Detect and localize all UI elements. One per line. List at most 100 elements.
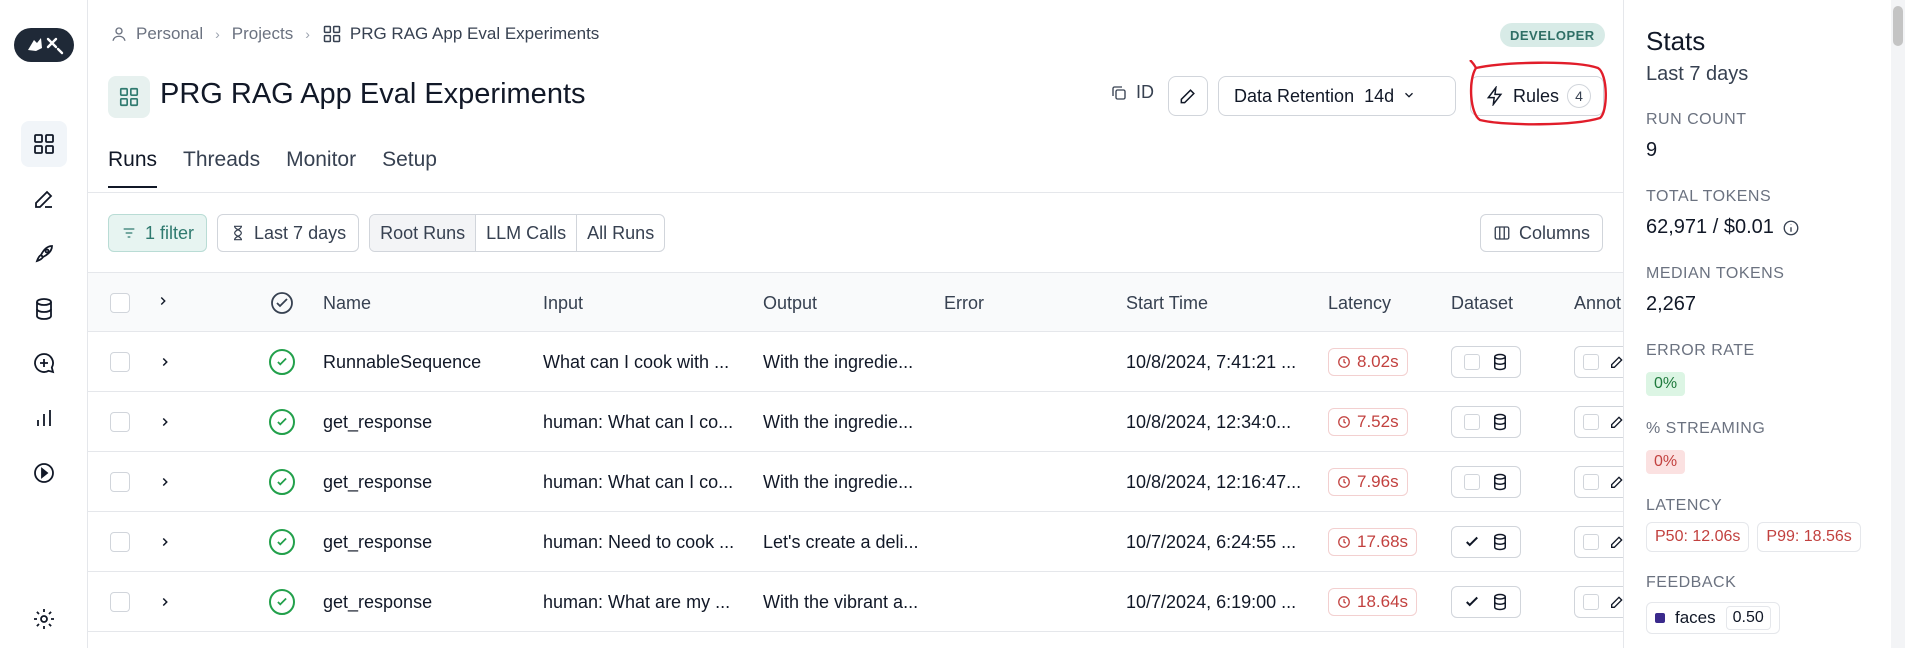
app-logo[interactable] — [14, 28, 74, 62]
pencil-icon — [1611, 596, 1623, 608]
edit-button[interactable] — [1168, 76, 1208, 116]
filter-button[interactable]: 1 filter — [108, 214, 208, 252]
row-checkbox[interactable] — [110, 392, 130, 452]
scrollbar-thumb[interactable] — [1893, 6, 1903, 46]
annotation-checkbox[interactable] — [1583, 594, 1599, 610]
col-header-dataset[interactable]: Dataset — [1451, 273, 1513, 333]
chat-plus-icon[interactable] — [21, 340, 67, 386]
breadcrumb-projects[interactable]: Projects — [232, 24, 293, 44]
run-start-time: 10/8/2024, 7:41:21 ... — [1126, 351, 1297, 372]
expand-row-icon[interactable] — [158, 452, 172, 512]
table-row[interactable]: get_response human: What can I co... Wit… — [88, 452, 1623, 512]
streaming-label: % STREAMING — [1646, 420, 1766, 437]
pencil-icon[interactable] — [21, 176, 67, 222]
annotation-cell[interactable] — [1574, 332, 1623, 392]
rules-label: Rules — [1513, 85, 1560, 106]
grid-icon[interactable] — [21, 121, 67, 167]
run-count-label: RUN COUNT — [1646, 111, 1747, 128]
stats-panel: Stats Last 7 days RUN COUNT 9 TOTAL TOKE… — [1623, 0, 1905, 648]
gear-icon[interactable] — [21, 596, 67, 642]
run-output: With the ingredie... — [763, 471, 914, 492]
latency-value: 18.64s — [1357, 592, 1409, 611]
col-header-latency[interactable]: Latency — [1328, 273, 1391, 333]
stats-scrollbar[interactable] — [1891, 0, 1905, 648]
annotation-cell[interactable] — [1574, 392, 1623, 452]
row-checkbox[interactable] — [110, 572, 130, 632]
breadcrumb-personal[interactable]: Personal — [136, 24, 203, 44]
table-row[interactable]: get_response human: What are my ... With… — [88, 572, 1623, 632]
segment-root-runs[interactable]: Root Runs — [370, 215, 477, 251]
left-rail — [0, 0, 88, 648]
success-check-icon — [269, 452, 295, 512]
run-start-time: 10/8/2024, 12:34:0... — [1126, 411, 1292, 432]
play-circle-icon[interactable] — [21, 450, 67, 496]
annotation-cell[interactable] — [1574, 452, 1623, 512]
run-input: human: What can I co... — [543, 471, 734, 492]
tab-setup[interactable]: Setup — [382, 148, 437, 188]
copy-id-button[interactable]: ID — [1110, 82, 1154, 103]
expand-row-icon[interactable] — [158, 392, 172, 452]
dataset-cell[interactable] — [1451, 572, 1521, 632]
table-row[interactable]: RunnableSequence What can I cook with ..… — [88, 332, 1623, 392]
run-count-value: 9 — [1646, 139, 1658, 161]
run-latency: 18.64s — [1328, 572, 1418, 632]
dataset-cell[interactable] — [1451, 392, 1521, 452]
expand-row-icon[interactable] — [158, 572, 172, 632]
dataset-cell[interactable] — [1451, 452, 1521, 512]
table-row[interactable]: get_response human: Need to cook ... Let… — [88, 512, 1623, 572]
database-icon[interactable] — [21, 286, 67, 332]
rocket-icon[interactable] — [21, 231, 67, 277]
data-retention-dropdown[interactable]: Data Retention 14d — [1218, 76, 1456, 116]
expand-all-icon[interactable] — [156, 273, 170, 333]
col-header-error[interactable]: Error — [944, 273, 984, 333]
select-all-checkbox[interactable] — [110, 273, 130, 333]
annotation-checkbox[interactable] — [1583, 354, 1599, 370]
tabs-divider — [88, 192, 1623, 193]
columns-button[interactable]: Columns — [1480, 214, 1604, 252]
col-header-name[interactable]: Name — [323, 273, 371, 333]
date-range-button[interactable]: Last 7 days — [217, 214, 360, 252]
col-header-output[interactable]: Output — [763, 273, 817, 333]
rules-button[interactable]: Rules 4 — [1470, 76, 1604, 116]
dataset-cell[interactable] — [1451, 512, 1521, 572]
annotation-checkbox[interactable] — [1583, 474, 1599, 490]
expand-row-icon[interactable] — [158, 332, 172, 392]
clock-icon — [1338, 536, 1350, 548]
annotation-checkbox[interactable] — [1583, 414, 1599, 430]
tab-threads[interactable]: Threads — [183, 148, 260, 188]
bar-chart-icon[interactable] — [21, 395, 67, 441]
stats-title: Stats — [1646, 26, 1706, 56]
segment-all-runs[interactable]: All Runs — [577, 215, 664, 251]
col-header-start-time[interactable]: Start Time — [1126, 273, 1208, 333]
run-name[interactable]: get_response — [323, 392, 533, 452]
success-check-icon — [269, 332, 295, 392]
run-start-time: 10/7/2024, 6:24:55 ... — [1126, 531, 1297, 552]
error-rate-badge: 0% — [1646, 372, 1686, 396]
annotation-cell[interactable] — [1574, 512, 1623, 572]
run-name[interactable]: get_response — [323, 512, 533, 572]
tab-monitor[interactable]: Monitor — [286, 148, 356, 188]
row-checkbox[interactable] — [110, 452, 130, 512]
table-row[interactable]: get_response human: What can I co... Wit… — [88, 392, 1623, 452]
dataset-checkbox[interactable] — [1463, 414, 1480, 430]
col-header-annotation[interactable]: Annot — [1574, 273, 1621, 333]
annotation-cell[interactable] — [1574, 572, 1623, 632]
col-header-input[interactable]: Input — [543, 273, 583, 333]
info-icon[interactable] — [1782, 219, 1800, 237]
run-output: With the ingredie... — [763, 351, 914, 372]
run-latency: 17.68s — [1328, 512, 1418, 572]
annotation-checkbox[interactable] — [1583, 534, 1599, 550]
segment-llm-calls[interactable]: LLM Calls — [476, 215, 578, 251]
run-name[interactable]: get_response — [323, 452, 533, 512]
run-name[interactable]: RunnableSequence — [323, 332, 533, 392]
dataset-cell[interactable] — [1451, 332, 1521, 392]
run-name[interactable]: get_response — [323, 572, 533, 632]
feedback-chip[interactable]: faces 0.50 — [1646, 602, 1780, 634]
tab-runs[interactable]: Runs — [108, 148, 158, 188]
dataset-checkbox[interactable] — [1463, 354, 1480, 370]
expand-row-icon[interactable] — [158, 512, 172, 572]
row-checkbox[interactable] — [110, 512, 130, 572]
run-error — [944, 392, 1114, 452]
row-checkbox[interactable] — [110, 332, 130, 392]
dataset-checkbox[interactable] — [1463, 474, 1480, 490]
